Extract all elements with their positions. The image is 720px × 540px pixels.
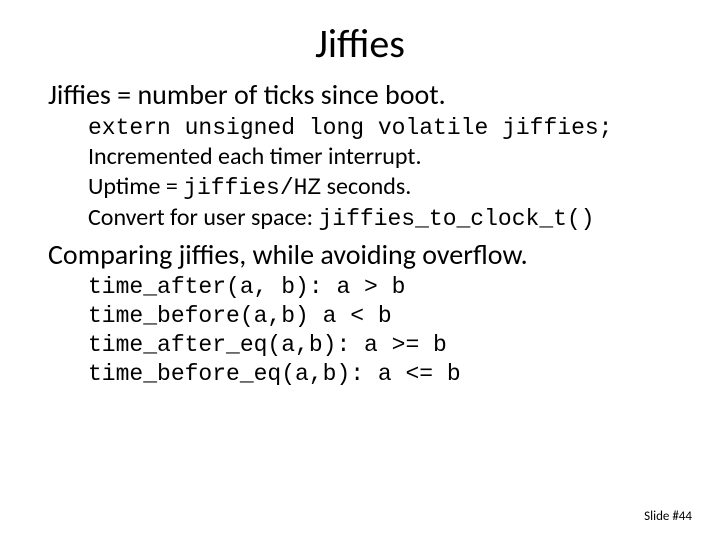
section-heading-2: Comparing jiffies, while avoiding overfl…	[48, 238, 672, 272]
convert-pre: Convert for user space:	[88, 203, 318, 232]
code-extern-decl: extern unsigned long volatile jiffies;	[88, 114, 672, 143]
uptime-code: jiffies/HZ	[183, 175, 321, 201]
slide-title: Jiffies	[48, 22, 672, 66]
code-time-after: time_after(a, b): a > b	[88, 273, 672, 302]
convert-code: jiffies_to_clock_t()	[318, 206, 594, 232]
uptime-pre: Uptime =	[88, 172, 183, 201]
slide: Jiffies Jiffies = number of ticks since …	[0, 0, 720, 540]
uptime-line: Uptime = jiffies/HZ seconds.	[88, 172, 672, 203]
section-1-body: extern unsigned long volatile jiffies; I…	[88, 114, 672, 234]
code-time-before-eq: time_before_eq(a,b): a <= b	[88, 360, 672, 389]
section-2-body: time_after(a, b): a > b time_before(a,b)…	[88, 273, 672, 388]
code-time-before: time_before(a,b) a < b	[88, 302, 672, 331]
incremented-line: Incremented each timer interrupt.	[88, 142, 672, 172]
code-time-after-eq: time_after_eq(a,b): a >= b	[88, 331, 672, 360]
convert-line: Convert for user space: jiffies_to_clock…	[88, 203, 672, 234]
slide-number: Slide #44	[644, 509, 692, 524]
uptime-post: seconds.	[321, 172, 411, 201]
section-heading-1: Jiffies = number of ticks since boot.	[48, 78, 672, 112]
